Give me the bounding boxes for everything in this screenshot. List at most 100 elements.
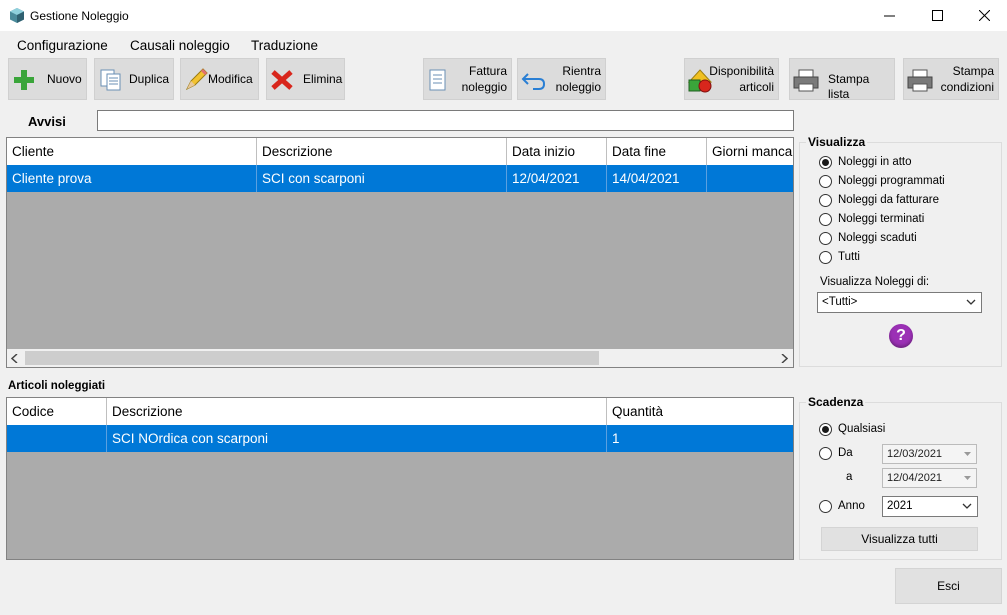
cell-giorni-mancanti [707, 165, 793, 192]
radio-label: Noleggi programmati [838, 175, 945, 187]
maximize-button[interactable] [914, 0, 960, 31]
chevron-down-icon [964, 452, 971, 456]
radio-button[interactable] [819, 232, 832, 245]
close-button[interactable] [961, 0, 1007, 31]
cell-descrizione: SCI con scarponi [257, 165, 507, 192]
stampa-condizioni-label-2: condizioni [940, 80, 994, 94]
esci-button[interactable]: Esci [895, 568, 1002, 604]
copy-document-icon [100, 69, 121, 91]
radio-button[interactable] [819, 213, 832, 226]
menu-configurazione[interactable]: Configurazione [17, 38, 108, 53]
scrollbar-thumb[interactable] [25, 351, 599, 365]
cell-data-fine: 14/04/2021 [607, 165, 707, 192]
nuovo-label: Nuovo [47, 72, 82, 86]
minimize-icon [883, 15, 895, 17]
visualizza-tutti-button[interactable]: Visualizza tutti [821, 527, 978, 551]
column-header-codice[interactable]: Codice [7, 398, 107, 425]
dropdown-value: 2021 [887, 500, 913, 512]
scroll-left-icon[interactable] [11, 354, 19, 363]
radio-label: Noleggi scaduti [838, 232, 917, 244]
help-icon[interactable]: ? [889, 324, 913, 348]
noleggi-grid[interactable]: Cliente Descrizione Data inizio Data fin… [6, 137, 794, 368]
window-title: Gestione Noleggio [30, 9, 129, 23]
elimina-label: Elimina [303, 72, 343, 86]
cell-codice [7, 425, 107, 452]
visualizza-title: Visualizza [806, 135, 868, 149]
articoli-grid[interactable]: Codice Descrizione Quantità SCI NOrdica … [6, 397, 794, 560]
radio-label: Tutti [838, 251, 860, 263]
column-header-descrizione[interactable]: Descrizione [257, 138, 507, 165]
elimina-button[interactable]: Elimina [266, 58, 345, 100]
radio-label: Anno [838, 500, 865, 512]
disponibilita-articoli-button[interactable]: Disponibilità articoli [684, 58, 779, 100]
dropdown-value: <Tutti> [822, 296, 858, 308]
horizontal-scrollbar[interactable] [7, 349, 793, 367]
radio-label: Noleggi in atto [838, 156, 912, 168]
data-da-picker[interactable]: 12/03/2021 [882, 444, 977, 464]
table-row[interactable]: SCI NOrdica con scarponi 1 [7, 425, 793, 452]
date-value: 12/04/2021 [887, 472, 943, 484]
radio-button[interactable] [819, 251, 832, 264]
table-row[interactable]: Cliente prova SCI con scarponi 12/04/202… [7, 165, 793, 192]
title-bar: Gestione Noleggio [0, 0, 1007, 31]
column-header-data-fine[interactable]: Data fine [607, 138, 707, 165]
radio-button[interactable] [819, 500, 832, 513]
column-header-descrizione[interactable]: Descrizione [107, 398, 607, 425]
cell-quantita: 1 [612, 431, 620, 446]
stampa-lista-label: Stampa lista [828, 72, 870, 101]
minimize-button[interactable] [866, 0, 912, 31]
radio-button[interactable] [819, 175, 832, 188]
menu-causali-noleggio[interactable]: Causali noleggio [130, 38, 230, 53]
maximize-icon [931, 10, 943, 21]
app-icon [10, 8, 24, 23]
cell-descrizione: SCI NOrdica con scarponi [107, 425, 607, 452]
cell-cliente: Cliente prova [7, 165, 257, 192]
disponibilita-label-2: articoli [739, 80, 774, 94]
a-label: a [846, 471, 853, 483]
column-header-cliente[interactable]: Cliente [7, 138, 257, 165]
modifica-button[interactable]: Modifica [180, 58, 259, 100]
delete-x-icon [271, 70, 293, 90]
data-a-picker[interactable]: 12/04/2021 [882, 468, 977, 488]
printer-icon [793, 69, 819, 92]
radio-button[interactable] [819, 423, 832, 436]
chevron-down-icon [964, 476, 971, 480]
scroll-right-icon[interactable] [780, 354, 788, 363]
radio-button[interactable] [819, 194, 832, 207]
radio-button[interactable] [819, 156, 832, 169]
radio-button[interactable] [819, 447, 832, 460]
fattura-noleggio-button[interactable]: Fattura noleggio [423, 58, 512, 100]
column-header-quantita[interactable]: Quantità [607, 398, 793, 425]
scadenza-title: Scadenza [806, 395, 866, 409]
column-header-giorni-mancanti[interactable]: Giorni mancanti [707, 138, 793, 165]
return-arrow-icon [521, 73, 546, 90]
chevron-down-icon [962, 503, 972, 509]
stampa-lista-button[interactable]: Stampa lista [789, 58, 895, 101]
stampa-condizioni-button[interactable]: Stampa condizioni [903, 58, 999, 100]
menu-traduzione[interactable]: Traduzione [251, 38, 318, 53]
noleggi-grid-header: Cliente Descrizione Data inizio Data fin… [7, 138, 793, 166]
anno-dropdown[interactable]: 2021 [882, 496, 978, 517]
pencil-icon [185, 68, 208, 91]
nuovo-button[interactable]: Nuovo [8, 58, 87, 100]
radio-label: Da [838, 447, 853, 459]
noleggi-di-dropdown[interactable]: <Tutti> [817, 292, 982, 313]
articoli-grid-header: Codice Descrizione Quantità [7, 398, 793, 426]
articoli-noleggiati-title: Articoli noleggiati [8, 380, 106, 392]
cell-data-inizio: 12/04/2021 [507, 165, 607, 192]
duplica-label: Duplica [129, 72, 170, 86]
fattura-label-1: Fattura [468, 64, 507, 78]
avvisi-input[interactable] [97, 110, 794, 131]
rientra-label-1: Rientra [562, 64, 601, 78]
rientra-label-2: noleggio [555, 80, 601, 94]
chevron-down-icon [966, 299, 976, 305]
rientra-noleggio-button[interactable]: Rientra noleggio [517, 58, 606, 100]
invoice-document-icon [429, 69, 446, 91]
duplica-button[interactable]: Duplica [94, 58, 174, 100]
column-header-data-inizio[interactable]: Data inizio [507, 138, 607, 165]
radio-label: Noleggi da fatturare [838, 194, 940, 206]
menu-bar: Configurazione Causali noleggio Traduzio… [0, 31, 1007, 57]
printer-icon [907, 69, 933, 92]
disponibilita-label-1: Disponibilità [709, 64, 774, 78]
plus-icon [14, 70, 34, 90]
